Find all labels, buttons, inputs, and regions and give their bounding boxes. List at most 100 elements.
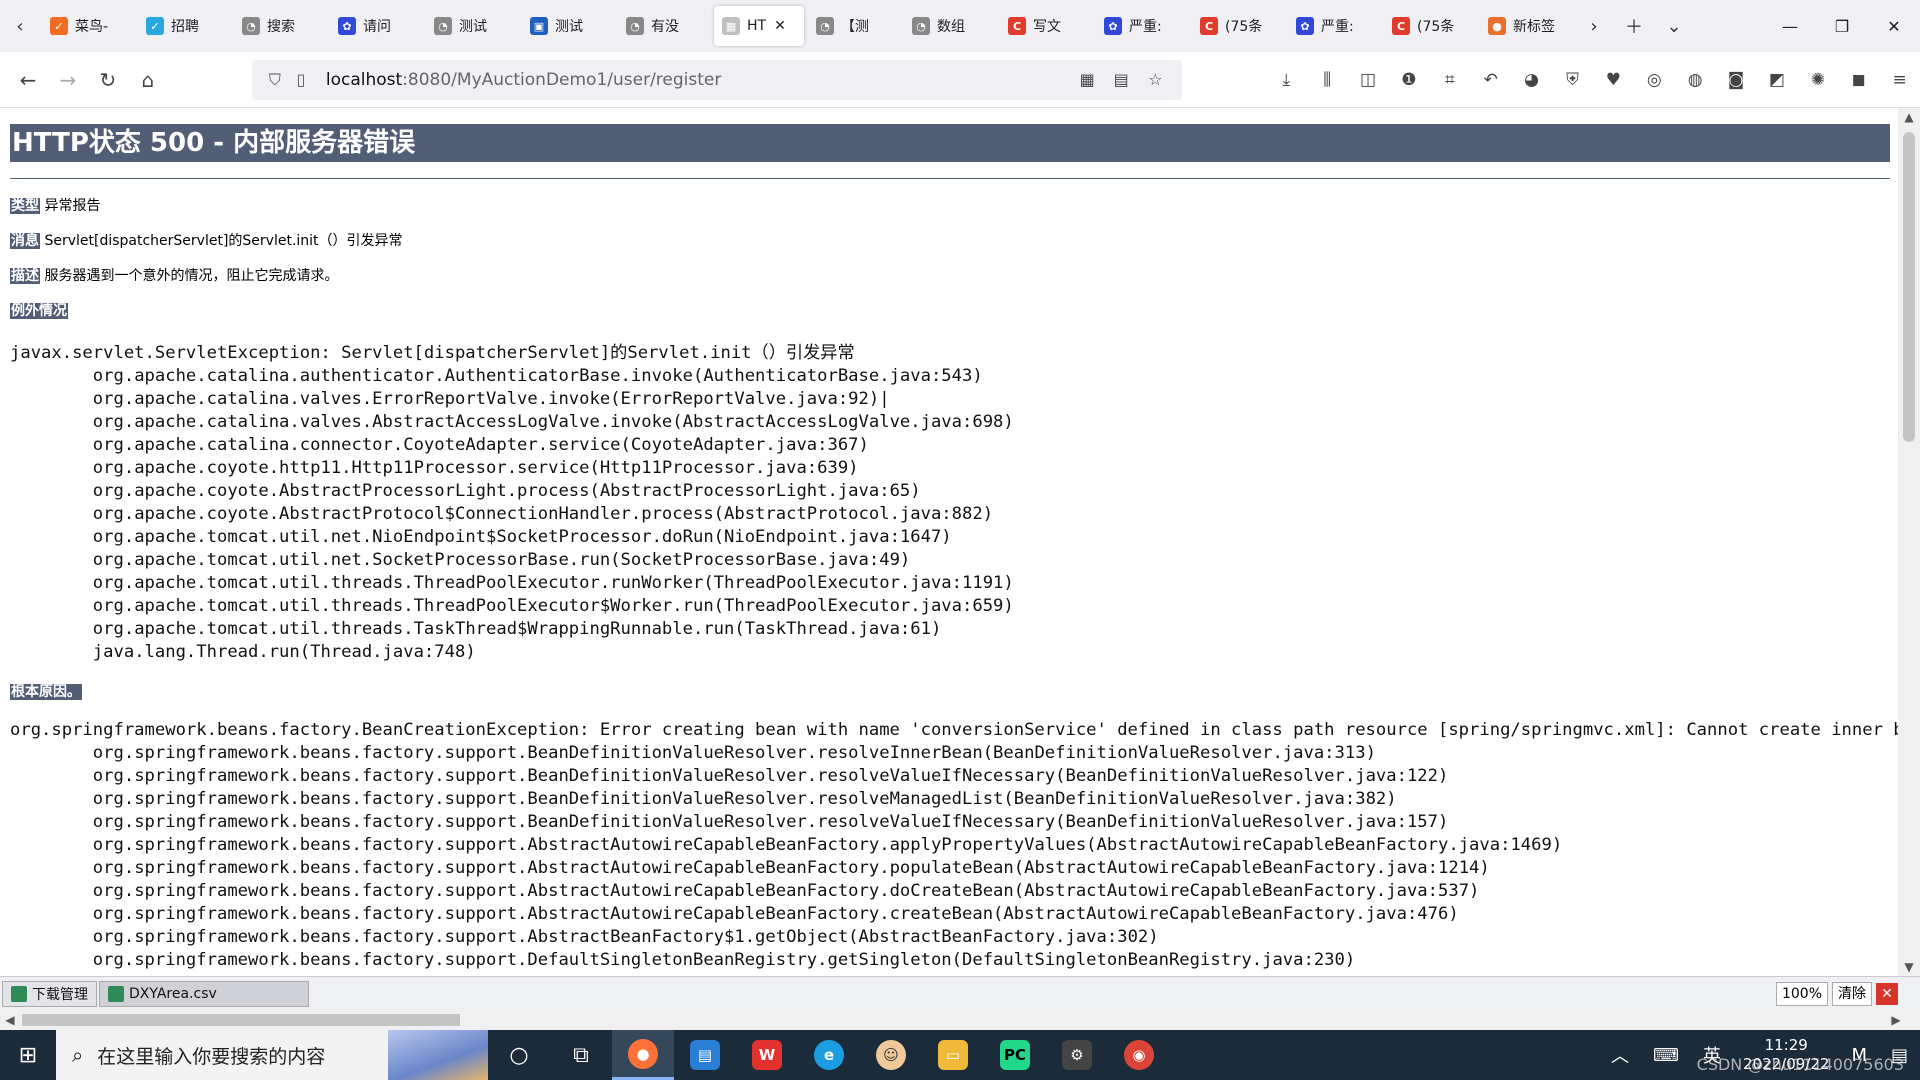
download-manager-icon	[11, 985, 27, 1002]
close-window-icon[interactable]: ✕	[1868, 0, 1920, 52]
browser-tab[interactable]: ✓ 招聘	[138, 6, 230, 46]
download-manager-label: 下载管理	[32, 986, 88, 1003]
browser-tab[interactable]: ▣ 测试	[522, 6, 614, 46]
archive-app-icon[interactable]: ▤	[674, 1030, 736, 1080]
description-row: 描述 服务器遇到一个意外的情况，阻止它完成请求。	[10, 267, 1898, 285]
shield-icon[interactable]: ⛉	[262, 70, 288, 90]
browser-tab[interactable]: C 写文	[1000, 6, 1092, 46]
close-download-bar-icon[interactable]: ✕	[1876, 982, 1898, 1005]
taskbar-search-box[interactable]: ⌕ 在这里输入你要搜索的内容	[56, 1030, 488, 1080]
keyboard-icon[interactable]: ⌨	[1641, 1045, 1691, 1066]
downloads-icon[interactable]: ⤓	[1266, 60, 1307, 100]
tab-close-icon[interactable]: ✕	[774, 18, 786, 34]
undo-icon[interactable]: ↶	[1470, 60, 1511, 100]
restore-icon[interactable]: ❐	[1816, 0, 1868, 52]
tab-label: (75条	[1417, 19, 1455, 35]
edge-app-icon[interactable]: e	[798, 1030, 860, 1080]
windows-start-icon[interactable]: ⊞	[0, 1030, 56, 1080]
extension-ring-icon[interactable]: ◎	[1634, 60, 1675, 100]
scroll-up-icon[interactable]: ▲	[1898, 110, 1920, 124]
tab-list: ✓ 菜鸟- ✓ 招聘 ◔ 搜索 ✿ 请问 ◔ 测试 ▣ 测试 ◔ 有没 ▦ HT ✕ ◔ 【测 ◔ 数组 C 写文 ✿ 严重: C…	[40, 6, 1574, 46]
tab-favicon-icon: ✿	[1296, 17, 1314, 35]
selenium-icon[interactable]: ◼	[1838, 60, 1879, 100]
extension-green-icon[interactable]: ◩	[1757, 60, 1798, 100]
address-bar[interactable]: ⛉ ▯ localhost:8080/MyAuctionDemo1/user/r…	[251, 59, 1183, 100]
scroll-right-icon[interactable]: ▶	[1886, 1010, 1906, 1030]
search-highlight-image	[388, 1030, 488, 1080]
browser-tab[interactable]: ✿ 严重:	[1096, 6, 1188, 46]
extension-mask-icon[interactable]: ◙	[1716, 60, 1757, 100]
extension-1-icon[interactable]: ❶	[1388, 60, 1429, 100]
bookmark-star-icon[interactable]: ☆	[1138, 70, 1172, 89]
chrome-app-icon[interactable]: ◉	[1108, 1030, 1170, 1080]
back-icon[interactable]: ←	[8, 60, 48, 100]
zoom-level[interactable]: 100%	[1775, 981, 1828, 1006]
search-icon: ⌕	[72, 1043, 84, 1067]
new-tab-icon[interactable]: ＋	[1614, 0, 1654, 52]
browser-tab[interactable]: ● 新标签	[1480, 6, 1572, 46]
browser-tab[interactable]: ◔ 【测	[808, 6, 900, 46]
gear-app-icon[interactable]: ⚙	[1046, 1030, 1108, 1080]
qr-code-icon[interactable]: ▦	[1070, 70, 1104, 89]
vertical-scroll-thumb[interactable]	[1903, 132, 1915, 442]
extension-shield-icon[interactable]: ⛨	[1552, 60, 1593, 100]
horizontal-scrollbar[interactable]: ◀ ▶	[0, 1010, 1920, 1030]
crop-icon[interactable]: ⌗	[1429, 60, 1470, 100]
cortana-icon[interactable]: ○	[488, 1030, 550, 1080]
tab-label: 搜索	[267, 19, 295, 35]
reader-view-icon[interactable]: ▤	[1104, 70, 1138, 89]
browser-tab[interactable]: ◔ 测试	[426, 6, 518, 46]
windows-taskbar: ⊞ ⌕ 在这里输入你要搜索的内容 ○ ⧉ ● ▤ W e ☺ ▭ PC ⚙ ◉ …	[0, 1030, 1920, 1080]
browser-tab[interactable]: ◔ 搜索	[234, 6, 326, 46]
tab-scroll-left-icon[interactable]: ‹	[0, 0, 40, 52]
tray-overflow-icon[interactable]: ︿	[1599, 1042, 1641, 1068]
home-icon[interactable]: ⌂	[128, 60, 168, 100]
sidebar-icon[interactable]: ◫	[1348, 60, 1389, 100]
firefox-app-icon[interactable]: ●	[612, 1030, 674, 1080]
task-view-icon[interactable]: ⧉	[550, 1030, 612, 1080]
browser-tab[interactable]: ◔ 数组	[904, 6, 996, 46]
page-content: HTTP状态 500 - 内部服务器错误 类型 异常报告 消息 Servlet[…	[0, 108, 1898, 976]
scroll-left-icon[interactable]: ◀	[0, 1010, 20, 1030]
browser-tab[interactable]: ✿ 请问	[330, 6, 422, 46]
scroll-down-icon[interactable]: ▼	[1898, 960, 1920, 974]
tab-list-dropdown-icon[interactable]: ⌄	[1654, 0, 1694, 52]
download-manager-button[interactable]: 下载管理	[2, 980, 97, 1007]
tab-favicon-icon: C	[1008, 17, 1026, 35]
reload-icon[interactable]: ↻	[88, 60, 128, 100]
library-icon[interactable]: ⫼	[1307, 60, 1348, 100]
horizontal-scroll-thumb[interactable]	[22, 1014, 460, 1026]
forward-icon[interactable]: →	[48, 60, 88, 100]
root-cause-label: 根本原因。	[10, 684, 82, 700]
menu-icon[interactable]: ≡	[1879, 60, 1920, 100]
download-file-item[interactable]: DXYArea.csv	[99, 980, 309, 1007]
minimize-icon[interactable]: —	[1764, 0, 1816, 52]
csv-file-icon	[108, 985, 124, 1002]
browser-tab[interactable]: ✿ 严重:	[1288, 6, 1380, 46]
browser-tab[interactable]: ✓ 菜鸟-	[42, 6, 134, 46]
tab-label: 招聘	[171, 19, 199, 35]
type-value: 异常报告	[40, 198, 101, 214]
vertical-scrollbar[interactable]: ▲ ▼	[1898, 108, 1920, 976]
url-text[interactable]: localhost:8080/MyAuctionDemo1/user/regis…	[326, 70, 722, 90]
tab-label: 数组	[937, 19, 965, 35]
browser-tab[interactable]: C (75条	[1384, 6, 1476, 46]
tab-favicon-icon: ◔	[626, 17, 644, 35]
extension-wheel-icon[interactable]: ✺	[1797, 60, 1838, 100]
browser-tab[interactable]: ◔ 有没	[618, 6, 710, 46]
extension-heart-icon[interactable]: ♥	[1593, 60, 1634, 100]
browser-tab[interactable]: ▦ HT ✕	[714, 6, 804, 46]
avatar-app-icon[interactable]: ☺	[860, 1030, 922, 1080]
clear-downloads-button[interactable]: 清除	[1832, 981, 1872, 1006]
file-explorer-icon[interactable]: ▭	[922, 1030, 984, 1080]
extension-globe-icon[interactable]: ◍	[1675, 60, 1716, 100]
page-icon[interactable]: ▯	[288, 70, 314, 89]
url-path: :8080/MyAuctionDemo1/user/register	[402, 69, 722, 90]
extension-people-icon[interactable]: ◕	[1511, 60, 1552, 100]
tab-favicon-icon: C	[1200, 17, 1218, 35]
pycharm-app-icon[interactable]: PC	[984, 1030, 1046, 1080]
url-host: localhost	[325, 69, 403, 90]
browser-tab[interactable]: C (75条	[1192, 6, 1284, 46]
tab-scroll-right-icon[interactable]: ›	[1574, 0, 1614, 52]
wps-app-icon[interactable]: W	[736, 1030, 798, 1080]
